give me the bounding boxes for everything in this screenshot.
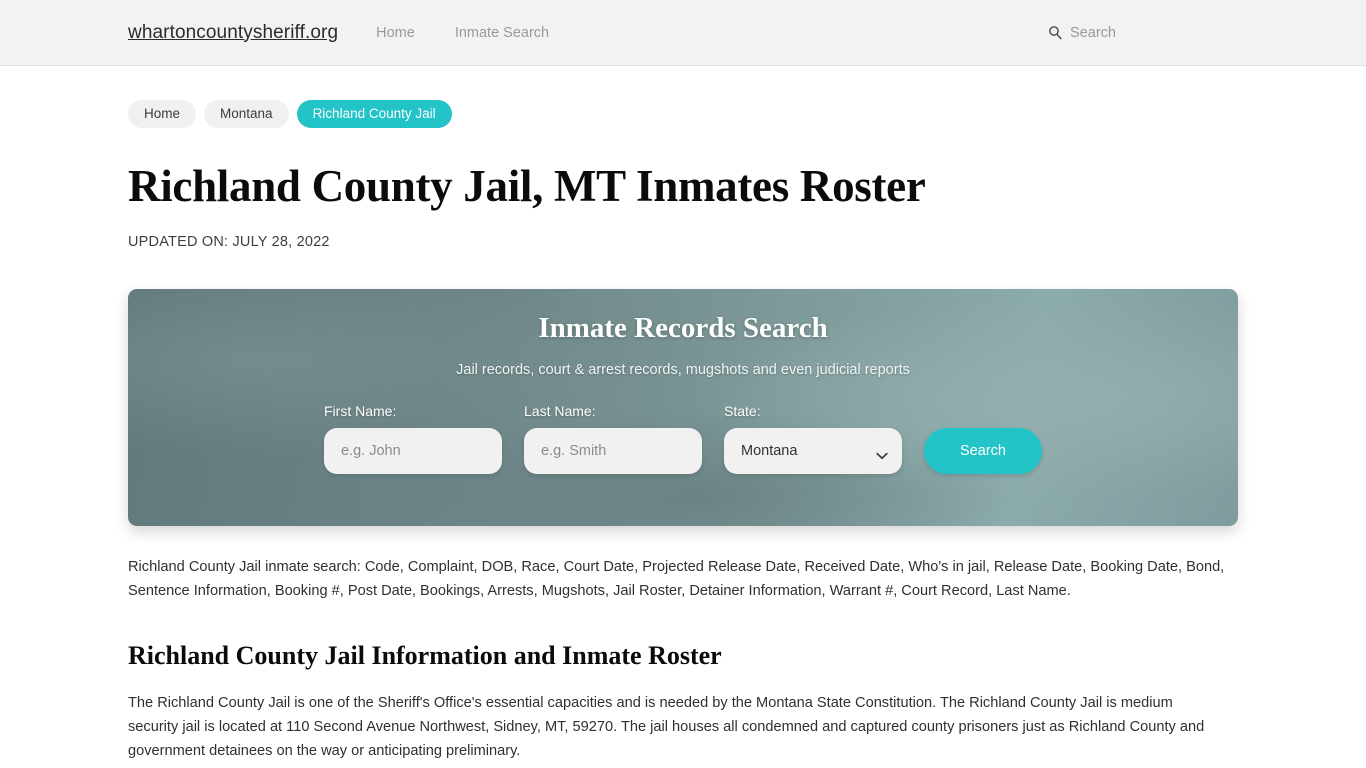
breadcrumb-item-richland-county-jail[interactable]: Richland County Jail <box>296 100 452 128</box>
keywords-paragraph: Richland County Jail inmate search: Code… <box>128 558 1225 599</box>
state-select[interactable]: Montana <box>724 427 902 474</box>
section-title: Richland County Jail Information and Inm… <box>128 640 722 670</box>
nav-item-home[interactable]: Home <box>376 25 415 41</box>
breadcrumb-item-montana[interactable]: Montana <box>204 100 289 128</box>
updated-date: UPDATED ON: JULY 28, 2022 <box>128 233 330 250</box>
header-search-label: Search <box>1070 24 1116 41</box>
first-name-label: First Name: <box>324 402 397 419</box>
search-submit-button[interactable]: Search <box>924 427 1042 474</box>
first-name-input[interactable] <box>324 427 502 474</box>
page-content: Home Montana Richland County Jail Richla… <box>0 66 1366 764</box>
site-header: whartoncountysheriff.org Home Inmate Sea… <box>0 0 1366 66</box>
state-field-group: State: Montana <box>724 403 902 474</box>
inmate-records-search-card: Inmate Records Search Jail records, cour… <box>128 288 1238 526</box>
search-card-subtitle: Jail records, court & arrest records, mu… <box>456 361 910 378</box>
nav-item-inmate-search[interactable]: Inmate Search <box>455 25 549 41</box>
main-nav: Home Inmate Search <box>376 25 549 41</box>
first-name-field-group: First Name: <box>324 403 502 474</box>
breadcrumb: Home Montana Richland County Jail <box>128 66 1238 128</box>
header-search-toggle[interactable]: Search <box>1048 25 1116 41</box>
body-paragraph: The Richland County Jail is one of the S… <box>128 694 1205 760</box>
inmate-search-form: First Name: Last Name: State: Montana <box>128 403 1238 474</box>
site-brand[interactable]: whartoncountysheriff.org <box>128 22 338 44</box>
search-icon <box>1048 25 1063 40</box>
last-name-input[interactable] <box>524 427 702 474</box>
page-title: Richland County Jail, MT Inmates Roster <box>128 160 926 211</box>
last-name-label: Last Name: <box>524 402 596 419</box>
last-name-field-group: Last Name: <box>524 403 702 474</box>
breadcrumb-item-home[interactable]: Home <box>128 100 197 128</box>
state-label: State: <box>724 402 761 419</box>
search-card-title: Inmate Records Search <box>538 311 828 344</box>
